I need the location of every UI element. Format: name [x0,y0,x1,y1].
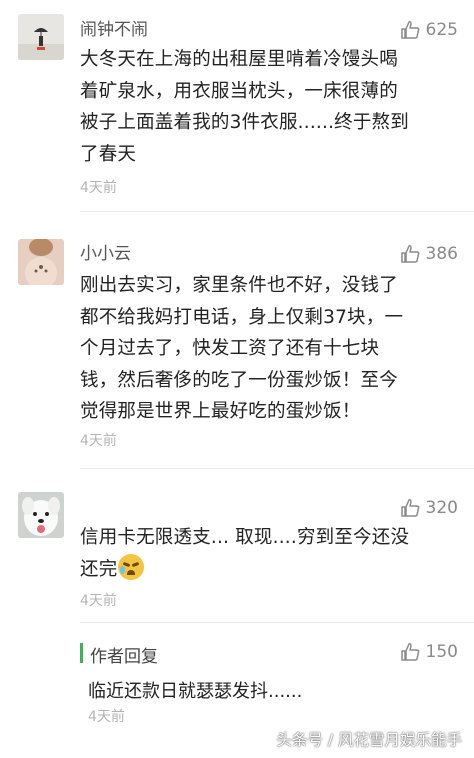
comment-text: 刚出去实习，家里条件也不好，没钱了 都不给我妈打电话，身上仅剩37块，一 个月过… [80,270,458,428]
like-button[interactable]: 320 [400,497,458,519]
tattooed-back-icon [18,239,64,285]
divider [80,622,474,623]
divider [80,468,474,469]
like-count: 625 [425,20,458,40]
avatar[interactable] [18,239,64,285]
comment-line: 被子上面盖着我的3件衣服......终于熬到 [80,112,409,133]
like-button[interactable]: 386 [400,243,458,265]
white-dog-icon [18,492,64,538]
thumbs-up-icon [400,642,420,662]
comment-line: 觉得那是世界上最好吃的蛋炒饭！ [80,401,361,422]
thumbs-up-icon [400,498,420,518]
thumbs-up-icon [400,20,420,40]
like-button[interactable]: 625 [400,19,458,41]
divider [80,211,474,212]
comment-time: 4天前 [80,433,117,449]
comment-time: 4天前 [80,180,117,196]
watermark: 头条号 / 风花雪月娱乐能手 [276,731,462,749]
commenter-name[interactable]: 小小云 [80,243,131,265]
comment-line: 大冬天在上海的出租屋里啃着冷馒头喝 [80,49,398,70]
comment-line-text: 还完 [80,558,118,580]
like-count: 150 [425,642,458,662]
author-reply-text: 临近还款日就瑟瑟发抖...... [88,681,303,702]
like-count: 320 [425,498,458,518]
reply-accent-bar [80,643,83,663]
commenter-name[interactable]: 闹钟不闹 [80,19,148,41]
comment-line: 都不给我妈打电话，身上仅剩37块，一 [80,306,404,328]
comment-text: 信用卡无限透支... 取现....穷到至今还没 还完 [80,522,458,585]
comment-line: 个月过去了，快发工资了还有十七块 [80,338,380,359]
avatar[interactable] [18,14,64,60]
comment-line: 着矿泉水，用衣服当枕头，一床很薄的 [80,80,398,102]
comment-time: 4天前 [88,709,125,725]
comment-line: 刚出去实习，家里条件也不好，没钱了 [80,275,398,296]
comment-line: 了春天 [80,143,137,165]
thumbs-up-icon [400,244,420,264]
comment-line: 信用卡无限透支... 取现....穷到至今还没 [80,527,410,548]
crying-emoji-icon [118,553,145,580]
like-button[interactable]: 150 [400,641,458,663]
comment-line: 还完 [80,553,458,586]
comment-line: 钱，然后奢侈的吃了一份蛋炒饭！至今 [80,369,398,391]
comment-text: 大冬天在上海的出租屋里啃着冷馒头喝 着矿泉水，用衣服当枕头，一床很薄的 被子上面… [80,44,458,170]
like-count: 386 [425,244,458,264]
avatar[interactable] [18,492,64,538]
author-reply-label: 作者回复 [90,647,158,667]
comment-time: 4天前 [80,593,117,609]
person-with-umbrella-icon [18,14,64,60]
